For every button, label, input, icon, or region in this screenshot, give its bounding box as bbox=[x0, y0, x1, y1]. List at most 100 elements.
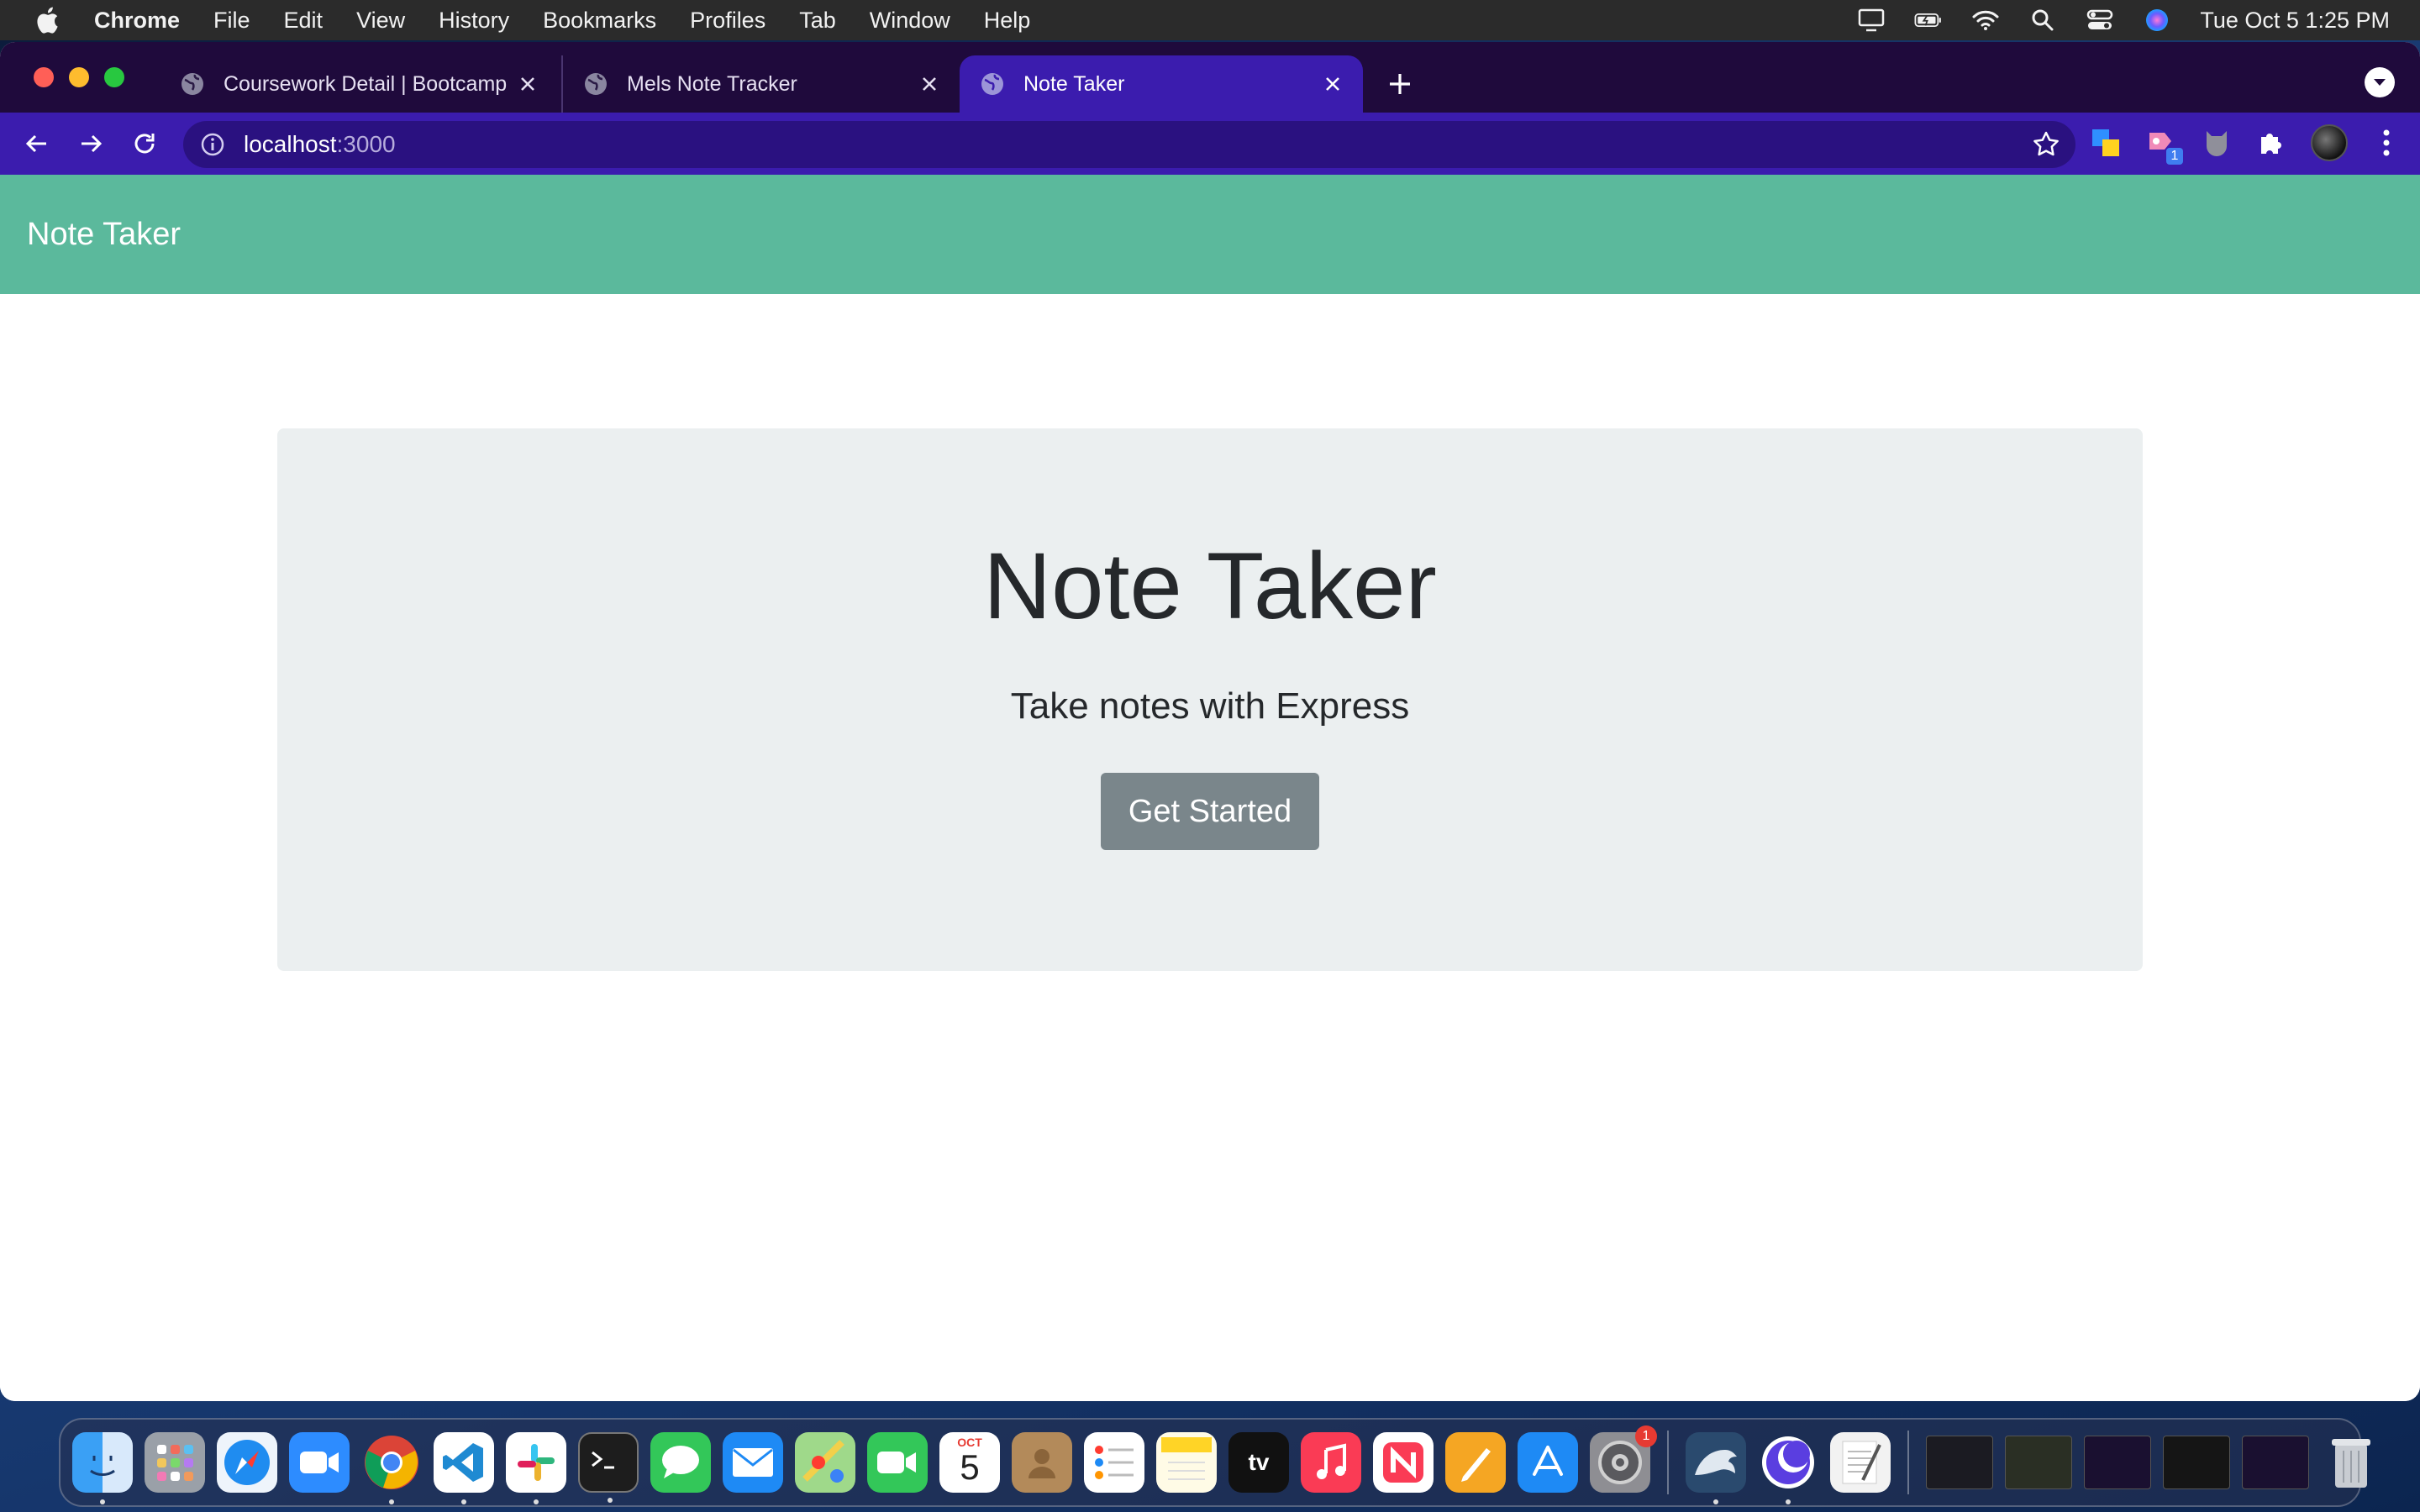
display-icon[interactable] bbox=[1857, 6, 1886, 34]
kebab-menu-icon[interactable] bbox=[2370, 126, 2403, 160]
menu-app-name[interactable]: Chrome bbox=[94, 8, 180, 34]
minimized-window-thumbnail[interactable] bbox=[1926, 1436, 1993, 1489]
browser-window: Coursework Detail | Bootcamp Mels Note T… bbox=[0, 42, 2420, 1401]
minimized-window-thumbnail[interactable] bbox=[2005, 1436, 2072, 1489]
extension-badge: 1 bbox=[2166, 148, 2183, 165]
control-center-icon[interactable] bbox=[2086, 6, 2114, 34]
insomnia-icon[interactable] bbox=[1758, 1432, 1818, 1504]
mail-icon[interactable] bbox=[723, 1432, 783, 1493]
hero-subtitle: Take notes with Express bbox=[1010, 685, 1410, 727]
minimize-window-button[interactable] bbox=[69, 67, 89, 87]
app-navbar: Note Taker bbox=[0, 175, 2420, 294]
pages-icon[interactable] bbox=[1445, 1432, 1506, 1493]
arrow-right-icon bbox=[82, 134, 103, 153]
battery-icon[interactable] bbox=[1914, 6, 1943, 34]
tab-title: Mels Note Tracker bbox=[627, 71, 797, 96]
macos-dock: OCT 5 tv 1 bbox=[59, 1418, 2370, 1507]
macos-menubar: Chrome File Edit View History Bookmarks … bbox=[0, 0, 2420, 40]
menu-window[interactable]: Window bbox=[870, 8, 950, 34]
window-controls bbox=[34, 67, 124, 87]
facetime-icon[interactable] bbox=[867, 1432, 928, 1493]
extension-cat-icon[interactable] bbox=[2200, 126, 2233, 160]
menu-tab[interactable]: Tab bbox=[799, 8, 836, 34]
close-window-button[interactable] bbox=[34, 67, 54, 87]
calendar-icon[interactable]: OCT 5 bbox=[939, 1432, 1000, 1493]
maximize-window-button[interactable] bbox=[104, 67, 124, 87]
textedit-icon[interactable] bbox=[1830, 1432, 1891, 1493]
chrome-icon[interactable] bbox=[361, 1432, 422, 1504]
apple-tv-label: tv bbox=[1248, 1449, 1270, 1475]
tab-search-button[interactable] bbox=[2365, 67, 2395, 97]
extension-translate-icon[interactable] bbox=[2089, 126, 2123, 160]
close-tab-icon[interactable] bbox=[516, 72, 539, 96]
close-tab-icon[interactable] bbox=[918, 72, 941, 96]
system-preferences-icon[interactable]: 1 bbox=[1590, 1425, 1657, 1493]
terminal-icon[interactable] bbox=[578, 1432, 639, 1503]
contacts-icon[interactable] bbox=[1012, 1432, 1072, 1493]
music-icon[interactable] bbox=[1301, 1432, 1361, 1493]
notes-icon[interactable] bbox=[1156, 1432, 1217, 1493]
maps-icon[interactable] bbox=[795, 1432, 855, 1493]
address-bar[interactable]: localhost:3000 bbox=[183, 121, 2075, 168]
app-store-icon[interactable] bbox=[1518, 1432, 1578, 1493]
forward-button[interactable] bbox=[72, 125, 109, 162]
globe-icon bbox=[981, 73, 1003, 95]
zoom-icon[interactable] bbox=[289, 1432, 350, 1493]
tab-note-taker-active[interactable]: Note Taker bbox=[960, 55, 1363, 113]
siri-icon[interactable] bbox=[2143, 6, 2171, 34]
navbar-brand[interactable]: Note Taker bbox=[27, 217, 181, 253]
reminders-icon[interactable] bbox=[1084, 1432, 1144, 1493]
new-tab-button[interactable] bbox=[1383, 67, 1417, 101]
menubar-clock[interactable]: Tue Oct 5 1:25 PM bbox=[2200, 8, 2390, 34]
menu-help[interactable]: Help bbox=[984, 8, 1031, 34]
minimized-window-thumbnail[interactable] bbox=[2242, 1436, 2309, 1489]
menu-file[interactable]: File bbox=[213, 8, 250, 34]
launchpad-icon[interactable] bbox=[145, 1432, 205, 1493]
menu-bookmarks[interactable]: Bookmarks bbox=[543, 8, 656, 34]
mysql-workbench-icon[interactable] bbox=[1686, 1432, 1746, 1504]
get-started-button[interactable]: Get Started bbox=[1101, 773, 1319, 850]
spotlight-search-icon[interactable] bbox=[2028, 6, 2057, 34]
plus-icon bbox=[1390, 74, 1410, 94]
safari-icon[interactable] bbox=[217, 1432, 277, 1493]
extension-clipper-icon[interactable]: 1 bbox=[2144, 126, 2183, 165]
minimized-window-thumbnail[interactable] bbox=[2084, 1436, 2151, 1489]
wifi-icon[interactable] bbox=[1971, 6, 2000, 34]
url-port: :3000 bbox=[336, 131, 396, 157]
apple-tv-icon[interactable]: tv bbox=[1228, 1432, 1289, 1493]
trash-icon[interactable] bbox=[2321, 1432, 2381, 1493]
close-tab-icon[interactable] bbox=[1321, 72, 1344, 96]
globe-icon bbox=[585, 73, 607, 95]
info-icon[interactable] bbox=[200, 132, 225, 157]
menu-view[interactable]: View bbox=[356, 8, 405, 34]
menu-history[interactable]: History bbox=[439, 8, 509, 34]
tab-title: Coursework Detail | Bootcamp bbox=[224, 71, 508, 96]
reload-icon bbox=[134, 134, 155, 154]
globe-icon bbox=[182, 73, 203, 95]
extensions-puzzle-icon[interactable] bbox=[2255, 126, 2289, 160]
finder-icon[interactable] bbox=[72, 1432, 133, 1504]
messages-icon[interactable] bbox=[650, 1432, 711, 1493]
tab-coursework-detail[interactable]: Coursework Detail | Bootcamp bbox=[160, 55, 558, 113]
bookmark-star-icon[interactable] bbox=[2032, 130, 2060, 159]
back-button[interactable] bbox=[18, 125, 55, 162]
browser-toolbar: localhost:3000 1 bbox=[0, 113, 2420, 175]
apple-menu-icon[interactable] bbox=[30, 3, 64, 37]
news-icon[interactable] bbox=[1373, 1432, 1434, 1493]
calendar-day: 5 bbox=[960, 1447, 980, 1487]
reload-button[interactable] bbox=[126, 125, 163, 162]
menu-edit[interactable]: Edit bbox=[284, 8, 324, 34]
notification-badge: 1 bbox=[1635, 1425, 1657, 1447]
dock-separator bbox=[1907, 1431, 1909, 1494]
tab-title: Note Taker bbox=[1023, 71, 1125, 96]
slack-icon[interactable] bbox=[506, 1432, 566, 1504]
profile-avatar[interactable] bbox=[2311, 124, 2348, 161]
hero-title: Note Taker bbox=[983, 533, 1437, 638]
url-host: localhost bbox=[244, 131, 337, 157]
tab-strip: Coursework Detail | Bootcamp Mels Note T… bbox=[0, 42, 2420, 113]
hero-jumbotron: Note Taker Take notes with Express Get S… bbox=[277, 428, 2143, 971]
vscode-icon[interactable] bbox=[434, 1432, 494, 1504]
tab-mels-note-tracker[interactable]: Mels Note Tracker bbox=[561, 55, 960, 113]
menu-profiles[interactable]: Profiles bbox=[690, 8, 765, 34]
minimized-window-thumbnail[interactable] bbox=[2163, 1436, 2230, 1489]
